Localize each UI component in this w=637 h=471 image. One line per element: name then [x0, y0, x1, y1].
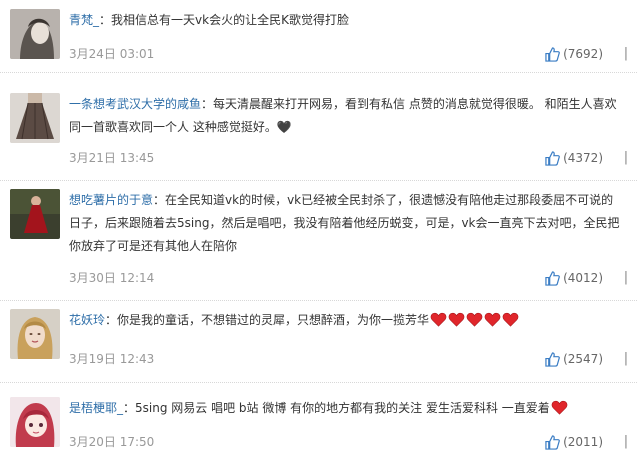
avatar-blonde-woman-icon	[10, 309, 60, 359]
comment-item: 是梧梗耶_：5sing 网易云 唱吧 b站 微博 有你的地方都有我的关注 爱生活…	[0, 388, 637, 471]
like-button[interactable]: (2547)	[545, 349, 603, 369]
heart-icon	[448, 312, 465, 327]
username-link[interactable]: 花妖玲	[69, 313, 105, 327]
avatar-portrait-icon	[10, 9, 60, 59]
comment-meta: 3月19日 12:43 (2547) |	[69, 349, 637, 369]
comment-body: 想吃薯片的于意：在全民知道vk的时候，vk已经被全民封杀了，很遗憾没有陪他走过那…	[69, 189, 625, 258]
separator: ：	[99, 13, 112, 27]
username-link[interactable]: 青梵_	[69, 13, 99, 27]
comment-item: 青梵_：我相信总有一天vk会火的让全民K歌觉得打脸 3月24日 03:01 (7…	[0, 0, 637, 73]
comment-timestamp: 3月21日 13:45	[69, 151, 155, 165]
heart-icon	[551, 400, 568, 415]
thumbs-up-icon	[545, 46, 560, 62]
avatar[interactable]	[10, 397, 60, 447]
like-count: (7692)	[563, 47, 603, 61]
separator: ：	[123, 401, 136, 415]
avatar-skirt-icon	[10, 93, 60, 143]
comment-timestamp: 3月20日 17:50	[69, 435, 155, 449]
comment-meta: 3月24日 03:01 (7692) |	[69, 44, 637, 64]
avatar-anime-girl-icon	[10, 397, 60, 447]
comment-body: 是梧梗耶_：5sing 网易云 唱吧 b站 微博 有你的地方都有我的关注 爱生活…	[69, 397, 625, 420]
avatar[interactable]	[10, 9, 60, 59]
thumbs-up-icon	[545, 351, 560, 367]
avatar[interactable]	[10, 309, 60, 359]
like-button[interactable]: (4372)	[545, 148, 603, 168]
comment-timestamp: 3月24日 03:01	[69, 47, 155, 61]
separator: ：	[105, 313, 118, 327]
comment-item: 花妖玲：你是我的童话，不想错过的灵犀，只想醉酒，为你一揽芳华 3月19日 12:…	[0, 300, 637, 383]
heart-emoji-group	[429, 312, 519, 327]
comment-timestamp: 3月30日 12:14	[69, 271, 155, 285]
comment-body: 一条想考武汉大学的咸鱼：每天清晨醒来打开网易，看到有私信 点赞的消息就觉得很暖。…	[69, 93, 625, 139]
like-count: (2547)	[563, 352, 603, 366]
like-count: (4012)	[563, 271, 603, 285]
like-button[interactable]: (2011)	[545, 432, 603, 452]
separator: ：	[201, 97, 214, 111]
heart-icon	[430, 312, 447, 327]
separator: ：	[153, 193, 166, 207]
heart-icon	[502, 312, 519, 327]
comment-body: 花妖玲：你是我的童话，不想错过的灵犀，只想醉酒，为你一揽芳华	[69, 309, 625, 332]
comment-meta: 3月20日 17:50 (2011) |	[69, 432, 637, 452]
avatar[interactable]	[10, 93, 60, 143]
avatar[interactable]	[10, 189, 60, 239]
comment-text: 你是我的童话，不想错过的灵犀，只想醉酒，为你一揽芳华	[117, 313, 430, 327]
comment-text: 我相信总有一天vk会火的让全民K歌觉得打脸	[111, 13, 349, 27]
comment-meta: 3月30日 12:14 (4012) |	[69, 268, 637, 288]
thumbs-up-icon	[545, 434, 560, 450]
username-link[interactable]: 想吃薯片的于意	[69, 193, 153, 207]
comment-body: 青梵_：我相信总有一天vk会火的让全民K歌觉得打脸	[69, 9, 625, 32]
more-options[interactable]: |	[621, 349, 631, 369]
heart-icon	[466, 312, 483, 327]
comment-timestamp: 3月19日 12:43	[69, 352, 155, 366]
like-button[interactable]: (4012)	[545, 268, 603, 288]
avatar-red-dress-icon	[10, 189, 60, 239]
comment-item: 一条想考武汉大学的咸鱼：每天清晨醒来打开网易，看到有私信 点赞的消息就觉得很暖。…	[0, 84, 637, 181]
username-link[interactable]: 是梧梗耶_	[69, 401, 123, 415]
comment-text: 5sing 网易云 唱吧 b站 微博 有你的地方都有我的关注 爱生活爱科科 一直…	[135, 401, 550, 415]
username-link[interactable]: 一条想考武汉大学的咸鱼	[69, 97, 201, 111]
comment-meta: 3月21日 13:45 (4372) |	[69, 148, 637, 168]
like-button[interactable]: (7692)	[545, 44, 603, 64]
thumbs-up-icon	[545, 150, 560, 166]
heart-icon	[484, 312, 501, 327]
thumbs-up-icon	[545, 270, 560, 286]
more-options[interactable]: |	[621, 268, 631, 288]
more-options[interactable]: |	[621, 432, 631, 452]
like-count: (2011)	[563, 435, 603, 449]
more-options[interactable]: |	[621, 148, 631, 168]
comment-item: 想吃薯片的于意：在全民知道vk的时候，vk已经被全民封杀了，很遗憾没有陪他走过那…	[0, 180, 637, 301]
more-options[interactable]: |	[621, 44, 631, 64]
like-count: (4372)	[563, 151, 603, 165]
